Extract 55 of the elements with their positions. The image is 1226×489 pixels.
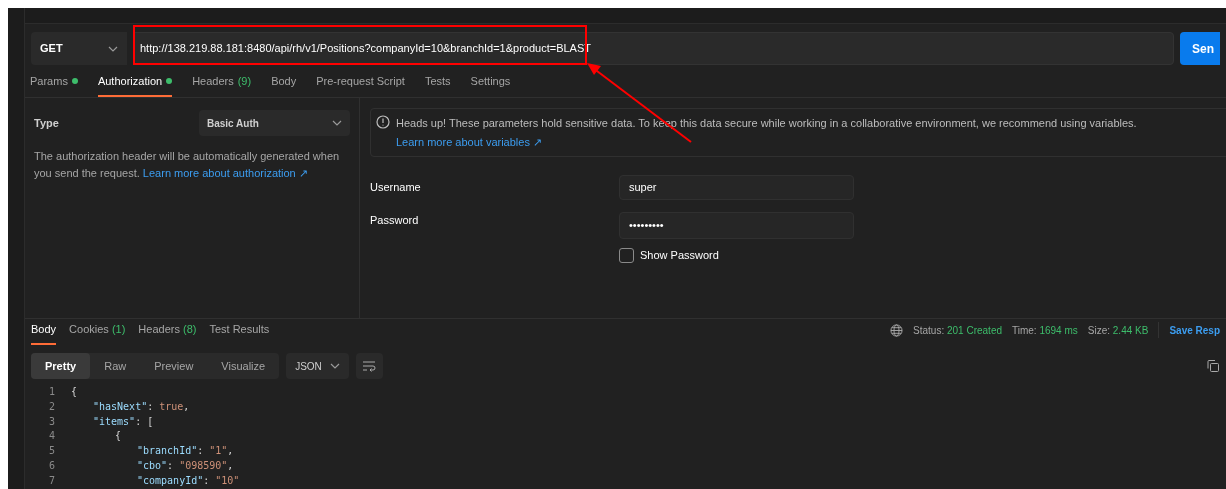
copy-icon[interactable] (1207, 360, 1219, 372)
line-number: 2 (47, 399, 55, 414)
line-number: 5 (47, 444, 55, 459)
password-field[interactable]: ••••••••• (619, 212, 854, 239)
username-label: Username (370, 180, 422, 196)
request-tab[interactable]: Settings (470, 72, 511, 97)
save-response-button[interactable]: Save Resp (1169, 322, 1220, 338)
code-line: "companyId": "10" (137, 473, 240, 488)
size-text: Size: 2.44 KB (1087, 323, 1149, 338)
view-mode-tab[interactable]: Pretty (31, 353, 91, 379)
request-tab[interactable]: Params (30, 72, 78, 97)
time-text: Time: 1694 ms (1012, 323, 1078, 338)
response-tab[interactable]: Body (31, 320, 57, 345)
variables-link[interactable]: Learn more about variables ↗ (396, 133, 542, 150)
response-tab[interactable]: Cookies (1) (69, 320, 126, 345)
code-line: "hasNext": true, (93, 399, 190, 414)
request-tab[interactable]: Tests (424, 72, 451, 97)
view-mode-tab[interactable]: Raw (90, 353, 141, 379)
show-password-checkbox[interactable] (619, 247, 634, 263)
line-number: 7 (47, 473, 55, 488)
chevron-down-icon (329, 363, 340, 369)
chevron-down-icon (332, 120, 342, 126)
type-label: Type (34, 115, 59, 131)
info-icon (376, 115, 390, 129)
format-dropdown[interactable]: JSON (286, 353, 349, 379)
chevron-down-icon (108, 45, 118, 52)
line-number: 6 (47, 459, 55, 473)
wrap-lines-button[interactable] (355, 353, 383, 379)
username-field[interactable]: super (619, 175, 854, 200)
response-tab[interactable]: Headers (8) (138, 320, 197, 345)
request-tab[interactable]: Headers (9) (192, 72, 252, 97)
line-number: 3 (47, 414, 55, 429)
globe-icon[interactable] (890, 323, 904, 337)
code-line: { (71, 385, 78, 399)
code-line: { (115, 429, 122, 444)
line-number: 4 (47, 429, 55, 444)
show-password-label: Show Password (640, 248, 719, 263)
send-button[interactable]: Sen (1180, 32, 1220, 65)
code-line: "branchId": "1", (137, 444, 234, 459)
response-tab[interactable]: Test Results (209, 320, 270, 345)
request-tab[interactable]: Body (271, 72, 297, 97)
auth-description: The authorization header will be automatically generated when you send the request. Learn more about authorization ↗ (34, 149, 341, 181)
request-tab[interactable]: Authorization (97, 72, 173, 97)
auth-type-dropdown[interactable]: Basic Auth (199, 110, 350, 136)
password-label: Password (370, 213, 420, 228)
view-mode-tab[interactable]: Preview (140, 353, 208, 379)
method-dropdown[interactable]: GET (31, 32, 127, 65)
code-line: "items": [ (93, 414, 154, 429)
code-line: "cbo": "098590", (137, 459, 234, 473)
wrap-lines-icon (362, 360, 377, 372)
learn-more-link[interactable]: Learn more about authorization ↗ (142, 167, 308, 179)
line-number: 1 (47, 385, 55, 399)
view-mode-tab[interactable]: Visualize (207, 353, 280, 379)
request-tab[interactable]: Pre-request Script (316, 72, 405, 97)
status-text: Status: 201 Created (913, 323, 1002, 338)
